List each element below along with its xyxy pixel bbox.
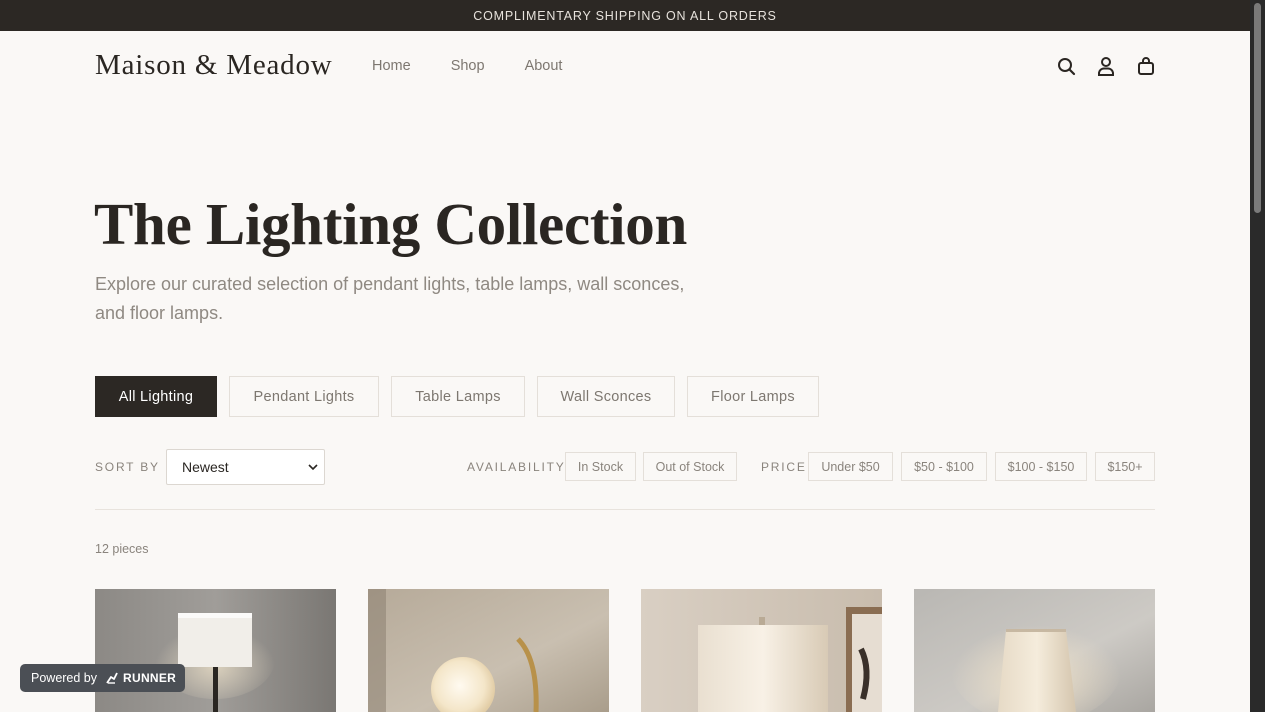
filter-price-under-50[interactable]: Under $50	[808, 452, 893, 481]
filter-in-stock[interactable]: In Stock	[565, 452, 636, 481]
page-title: The Lighting Collection	[94, 191, 687, 257]
sort-select[interactable]: Newest	[166, 449, 325, 485]
tab-pendant-lights[interactable]: Pendant Lights	[229, 376, 379, 417]
product-image	[641, 589, 882, 712]
nav-shop[interactable]: Shop	[451, 58, 485, 74]
bag-icon[interactable]	[1136, 56, 1156, 76]
site-header: Maison & Meadow Home Shop About	[0, 31, 1250, 103]
product-card[interactable]	[641, 589, 882, 712]
tab-floor-lamps[interactable]: Floor Lamps	[687, 376, 819, 417]
filter-bar: SORT BY Newest AVAILABILITY In Stock Out…	[95, 448, 1155, 486]
sort-label: SORT BY	[95, 460, 160, 474]
page-scrollbar[interactable]	[1250, 0, 1265, 712]
category-tabs: All Lighting Pendant Lights Table Lamps …	[95, 376, 819, 417]
account-icon[interactable]	[1096, 56, 1116, 76]
main-nav: Home Shop About	[372, 58, 562, 74]
results-count: 12 pieces	[95, 542, 149, 556]
chevron-down-icon	[308, 464, 318, 471]
header-actions	[1056, 56, 1156, 76]
runner-icon	[106, 672, 118, 684]
powered-by-badge[interactable]: Powered by RUNNER	[20, 664, 185, 692]
search-icon[interactable]	[1056, 56, 1076, 76]
tab-wall-sconces[interactable]: Wall Sconces	[537, 376, 675, 417]
page-subtitle: Explore our curated selection of pendant…	[95, 274, 685, 323]
tab-all-lighting[interactable]: All Lighting	[95, 376, 217, 417]
scrollbar-thumb[interactable]	[1254, 3, 1261, 213]
availability-label: AVAILABILITY	[467, 460, 566, 474]
product-image	[368, 589, 609, 712]
filter-price-150-plus[interactable]: $150+	[1095, 452, 1155, 481]
announcement-text: COMPLIMENTARY SHIPPING ON ALL ORDERS	[473, 8, 777, 23]
product-card[interactable]	[95, 589, 336, 712]
nav-about[interactable]: About	[525, 58, 563, 74]
runner-wordmark: RUNNER	[123, 671, 177, 685]
product-image	[914, 589, 1155, 712]
filter-out-of-stock[interactable]: Out of Stock	[643, 452, 737, 481]
product-card[interactable]	[914, 589, 1155, 712]
runner-logo: RUNNER	[105, 671, 176, 685]
tab-table-lamps[interactable]: Table Lamps	[391, 376, 525, 417]
filter-divider	[95, 509, 1155, 510]
sort-value: Newest	[182, 459, 229, 475]
product-card[interactable]	[368, 589, 609, 712]
filter-price-100-150[interactable]: $100 - $150	[995, 452, 1087, 481]
brand-logo[interactable]: Maison & Meadow	[95, 49, 333, 82]
price-label: PRICE	[761, 460, 807, 474]
powered-by-label: Powered by	[31, 671, 98, 685]
filter-price-50-100[interactable]: $50 - $100	[901, 452, 987, 481]
announcement-bar: COMPLIMENTARY SHIPPING ON ALL ORDERS	[0, 0, 1250, 31]
nav-home[interactable]: Home	[372, 58, 411, 74]
product-image	[95, 589, 336, 712]
